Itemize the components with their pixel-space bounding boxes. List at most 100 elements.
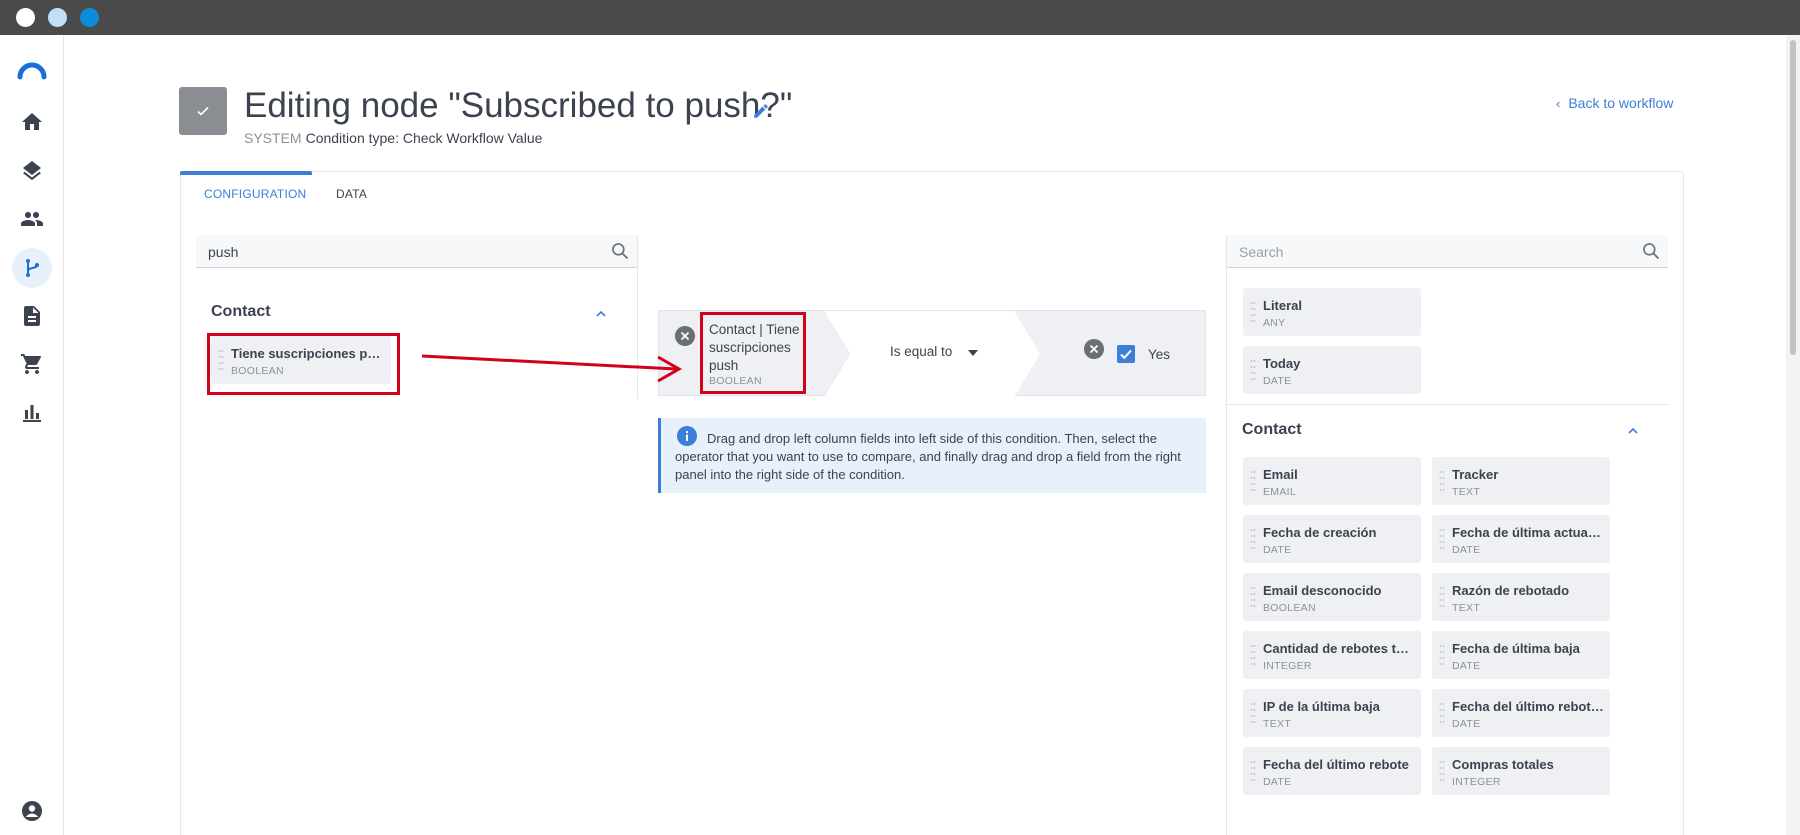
field-chip[interactable]: IP de la última baja TEXT [1243,689,1421,737]
people-icon [21,212,43,226]
back-to-workflow-link[interactable]: ‹ Back to workflow [1556,95,1673,111]
right-section-divider [1227,404,1668,405]
sidebar-account[interactable] [12,791,52,831]
right-group-title: Contact [1242,421,1302,438]
sidebar-item-home[interactable] [12,102,52,142]
field-chip[interactable]: Literal ANY [1243,288,1421,336]
active-tab-indicator [180,171,312,175]
field-type: DATE [1452,718,1481,730]
check-icon [197,106,209,116]
drag-handle-icon[interactable] [1439,643,1445,667]
home-icon [22,113,42,130]
field-name: Cantidad de rebotes temporales [1263,641,1415,656]
drag-handle-icon[interactable] [1250,358,1256,382]
info-hint: Drag and drop left column fields into le… [658,418,1206,493]
checkmark-icon [1120,349,1132,360]
search-icon[interactable] [610,241,630,261]
field-type: TEXT [1263,718,1292,730]
highlight-drop-target [700,312,806,394]
field-chip[interactable]: Email EMAIL [1243,457,1421,505]
field-type: DATE [1263,375,1292,387]
field-name: IP de la última baja [1263,699,1380,714]
field-chip[interactable]: Email desconocido BOOLEAN [1243,573,1421,621]
left-group-title: Contact [211,303,271,320]
sidebar-item-store[interactable] [12,344,52,384]
drag-handle-icon[interactable] [1439,701,1445,725]
drag-handle-icon[interactable] [1439,469,1445,493]
field-type: DATE [1263,776,1292,788]
field-name: Razón de rebotado [1452,583,1570,598]
sidebar-item-workflows[interactable] [12,248,52,288]
field-type: DATE [1263,544,1292,556]
field-name: Tracker [1452,467,1499,482]
value-checkbox[interactable] [1117,345,1135,363]
chevron-up-icon[interactable] [1626,424,1640,438]
value-label: Yes [1148,347,1171,362]
drag-handle-icon[interactable] [1439,527,1445,551]
field-chip[interactable]: Razón de rebotado TEXT [1432,573,1610,621]
sidebar-item-contacts[interactable] [12,199,52,239]
drag-handle-icon[interactable] [1250,300,1256,324]
field-chip[interactable]: Today DATE [1243,346,1421,394]
clear-left-icon[interactable] [675,326,695,346]
operator-select[interactable]: Is equal to [890,344,952,359]
field-chip[interactable]: Compras totales INTEGER [1432,747,1610,795]
field-chip[interactable]: Fecha de última baja DATE [1432,631,1610,679]
drag-handle-icon[interactable] [1250,469,1256,493]
left-field-search [196,235,637,268]
field-chip[interactable]: Cantidad de rebotes temporales INTEGER [1243,631,1421,679]
app-logo-icon[interactable] [16,55,48,87]
highlight-source-field [207,333,400,395]
field-chip[interactable]: Fecha de última actualización DATE [1432,515,1610,563]
drag-handle-icon[interactable] [1250,759,1256,783]
sidebar-item-layers[interactable] [12,151,52,191]
field-type: DATE [1452,544,1481,556]
info-text: Drag and drop left column fields into le… [675,431,1181,482]
chevron-left-icon: ‹ [1556,96,1561,111]
drag-handle-icon[interactable] [1439,759,1445,783]
sidebar-item-documents[interactable] [12,296,52,336]
window-minimize-button[interactable] [48,8,67,27]
clear-right-icon[interactable] [1084,339,1104,359]
right-search-input[interactable] [1239,241,1619,263]
field-chip[interactable]: Fecha del último rebote temporal DATE [1432,689,1610,737]
window-close-button[interactable] [16,8,35,27]
field-name: Email [1263,467,1298,482]
drag-handle-icon[interactable] [1250,585,1256,609]
field-chip[interactable]: Tracker TEXT [1432,457,1610,505]
field-name: Fecha de última baja [1452,641,1580,656]
field-name: Fecha de creación [1263,525,1377,540]
search-icon[interactable] [1641,241,1661,261]
right-field-search [1227,235,1668,268]
page-scrollbar[interactable] [1786,35,1800,835]
drag-handle-icon[interactable] [1250,701,1256,725]
field-type: TEXT [1452,486,1481,498]
chevron-up-icon[interactable] [594,307,608,321]
condition-type: Condition type: Check Workflow Value [305,130,543,146]
field-type: EMAIL [1263,486,1297,498]
drag-handle-icon[interactable] [1439,585,1445,609]
field-type: INTEGER [1263,660,1312,672]
drag-handle-icon[interactable] [1250,527,1256,551]
tab-data[interactable]: DATA [336,187,367,201]
drag-handle-icon[interactable] [1250,643,1256,667]
field-chip[interactable]: Fecha del último rebote DATE [1243,747,1421,795]
edit-pencil-icon[interactable] [752,102,770,120]
window-titlebar [0,0,1800,35]
window-maximize-button[interactable] [80,8,99,27]
page-title: Editing node "Subscribed to push?" [244,86,793,125]
caret-down-icon[interactable] [968,350,978,356]
field-name: Fecha del último rebote [1263,757,1409,772]
left-panel-divider [637,235,638,399]
field-chip[interactable]: Fecha de creación DATE [1243,515,1421,563]
scrollbar-thumb[interactable] [1790,40,1796,355]
bar-chart-icon [23,405,41,422]
tab-configuration[interactable]: CONFIGURATION [204,187,306,201]
document-icon [24,306,40,326]
layers-icon [23,161,41,181]
field-name: Today [1263,356,1301,371]
node-type-badge [179,87,227,135]
sidebar-item-reports[interactable] [12,392,52,432]
field-type: ANY [1263,317,1286,329]
left-search-input[interactable] [208,241,588,263]
